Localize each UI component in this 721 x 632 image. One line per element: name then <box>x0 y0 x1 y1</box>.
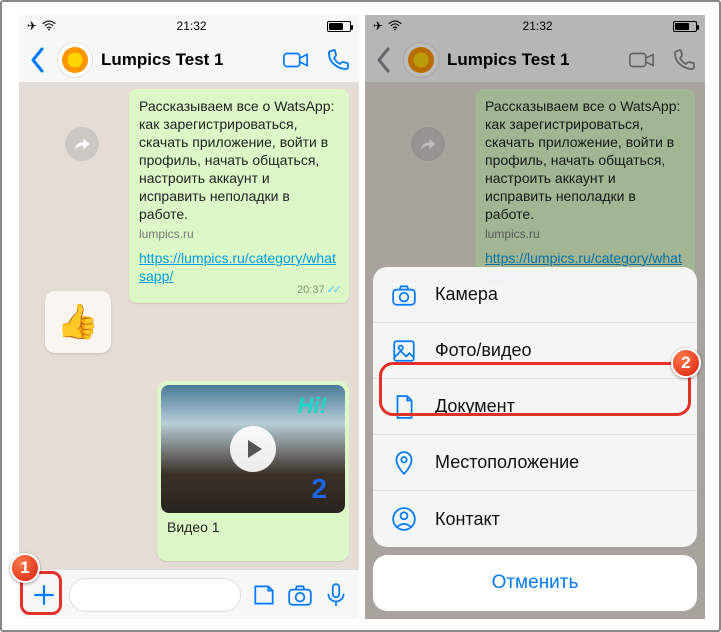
sheet-item-location[interactable]: Местоположение <box>373 435 697 491</box>
attach-button[interactable] <box>29 580 59 610</box>
voice-call-button[interactable] <box>325 48 351 72</box>
mic-button[interactable] <box>323 582 349 608</box>
battery-icon <box>327 21 351 32</box>
status-time: 21:32 <box>177 19 207 33</box>
sticker-button[interactable] <box>251 582 277 608</box>
screenshot-left-chat: ✈ 21:32 Lumpics Test 1 Рассказываем все … <box>19 15 359 619</box>
message-sticker-thumbsup[interactable]: 👍 <box>45 291 111 353</box>
play-button[interactable] <box>230 426 276 472</box>
sheet-cancel-button[interactable]: Отменить <box>373 555 697 611</box>
chat-header: Lumpics Test 1 <box>19 37 359 83</box>
message-outgoing-video[interactable]: Hi! 2 Видео 1 <box>157 381 349 561</box>
video-overlay-scribble: 2 <box>311 473 327 505</box>
video-call-button[interactable] <box>283 48 309 72</box>
contact-icon <box>391 506 417 532</box>
sheet-item-camera[interactable]: Камера <box>373 267 697 323</box>
attachment-action-sheet: Камера Фото/видео Документ Местоположени… <box>373 267 697 611</box>
video-thumbnail[interactable]: Hi! 2 <box>161 385 345 513</box>
forward-icon[interactable] <box>65 127 99 161</box>
message-input[interactable] <box>69 578 241 612</box>
sheet-item-document[interactable]: Документ <box>373 379 697 435</box>
message-text: Рассказываем все о WatsApp: как зарегист… <box>139 97 339 223</box>
video-caption: Видео 1 <box>161 513 345 535</box>
message-source: lumpics.ru <box>139 225 339 243</box>
chat-title[interactable]: Lumpics Test 1 <box>101 50 267 70</box>
read-ticks-icon: ✓✓ <box>327 284 339 296</box>
photo-icon <box>391 338 417 364</box>
status-bar: ✈ 21:32 <box>19 15 359 37</box>
message-outgoing-text[interactable]: Рассказываем все о WatsApp: как зарегист… <box>129 89 349 303</box>
chat-avatar[interactable] <box>57 42 93 78</box>
camera-button[interactable] <box>287 582 313 608</box>
sheet-item-photo-video[interactable]: Фото/видео <box>373 323 697 379</box>
messages-area[interactable]: Рассказываем все о WatsApp: как зарегист… <box>19 83 359 569</box>
message-time: 20:37✓✓ <box>297 281 339 299</box>
input-bar <box>19 569 359 619</box>
sheet-item-contact[interactable]: Контакт <box>373 491 697 547</box>
message-link[interactable]: https://lumpics.ru/category/whatsapp/ <box>139 249 339 285</box>
back-button[interactable] <box>27 45 49 75</box>
screenshot-right-actionsheet: ✈ 21:32 Lumpics Test 1 <box>365 15 705 619</box>
video-overlay-text-hi: Hi! <box>298 393 327 419</box>
wifi-icon <box>42 20 56 32</box>
location-icon <box>391 450 417 476</box>
airplane-mode-icon: ✈ <box>27 19 37 33</box>
document-icon <box>391 394 417 420</box>
camera-icon <box>391 282 417 308</box>
